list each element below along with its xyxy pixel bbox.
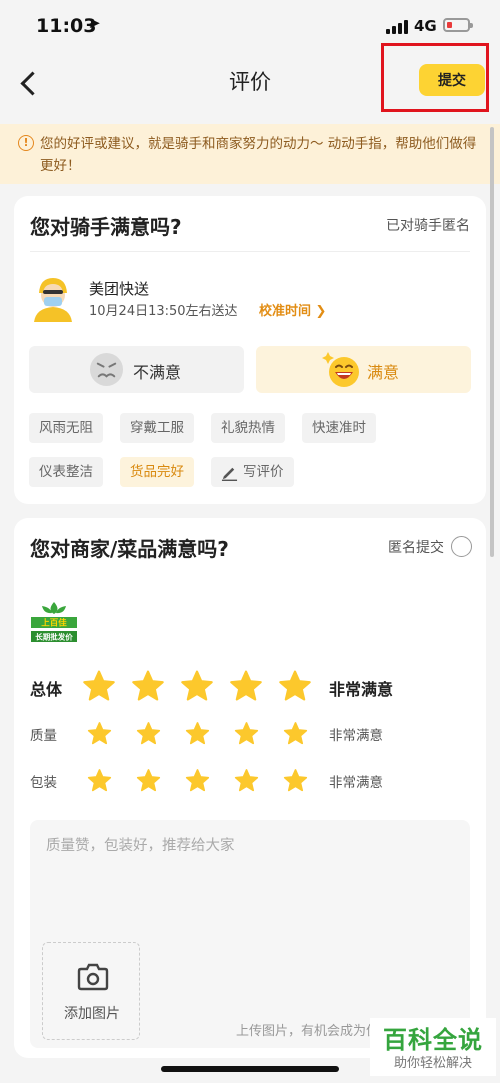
location-icon: ➤ <box>88 14 101 32</box>
star-icon[interactable] <box>136 768 161 793</box>
pencil-icon <box>221 467 238 481</box>
add-photo-label: 添加图片 <box>64 1006 120 1022</box>
signal-icon <box>386 20 408 34</box>
star-icon[interactable] <box>234 768 259 793</box>
unsatisfied-label: 不满意 <box>133 363 182 382</box>
unhappy-face-icon <box>89 352 124 387</box>
rider-tag[interactable]: 礼貌热情 <box>211 413 285 443</box>
camera-icon <box>77 963 109 991</box>
battery-low-icon <box>443 18 473 32</box>
star-icon[interactable] <box>283 721 308 746</box>
rider-card-title: 您对骑手满意吗? <box>30 215 182 239</box>
star-icon[interactable] <box>87 768 112 793</box>
merchant-anonymous-label: 匿名提交 <box>388 540 444 556</box>
rider-avatar <box>28 272 78 322</box>
star-icon[interactable] <box>136 721 161 746</box>
rating-text: 非常满意 <box>329 680 394 699</box>
star-icon[interactable] <box>180 669 214 703</box>
star-icon[interactable] <box>185 768 210 793</box>
rider-tag[interactable]: 风雨无阻 <box>29 413 103 443</box>
star-icon[interactable] <box>278 669 312 703</box>
add-photo-button[interactable]: 添加图片 <box>42 942 140 1040</box>
logo-text-top: 上百佳 <box>41 618 67 629</box>
star-icon[interactable] <box>185 721 210 746</box>
star-icon[interactable] <box>283 768 308 793</box>
rider-rating-card: 您对骑手满意吗? 已对骑手匿名 美团快送 10月24日13:50左右送达 校准时… <box>14 196 486 504</box>
rider-anonymous-label: 已对骑手匿名 <box>386 218 470 234</box>
home-indicator <box>161 1066 339 1072</box>
rating-label: 包装 <box>30 775 57 791</box>
review-area: 添加图片 上传图片，有机会成为优 <box>30 820 470 1048</box>
anonymous-radio[interactable] <box>451 536 472 557</box>
rider-name: 美团快送 <box>89 280 150 298</box>
rider-tag-selected[interactable]: 货品完好 <box>120 457 194 487</box>
rating-label: 总体 <box>30 680 63 699</box>
network-label: 4G <box>414 17 437 35</box>
notice-banner: ! 您的好评或建议，就是骑手和商家努力的动力～ 动动手指，帮助他们做得更好！ <box>0 124 500 184</box>
calibrate-time-link[interactable]: 校准时间 ❯ <box>259 300 326 319</box>
rider-tag[interactable]: 仪表整洁 <box>29 457 103 487</box>
star-icon[interactable] <box>82 669 116 703</box>
unsatisfied-button[interactable]: 不满意 <box>29 346 244 393</box>
scrollbar[interactable] <box>490 127 494 557</box>
rating-text: 非常满意 <box>329 775 383 791</box>
divider <box>30 251 470 252</box>
merchant-card-title: 您对商家/菜品满意吗? <box>30 537 229 561</box>
rider-tag[interactable]: 穿戴工服 <box>120 413 194 443</box>
upload-hint: 上传图片，有机会成为优 <box>236 1024 380 1039</box>
rider-tag[interactable]: 快速准时 <box>302 413 376 443</box>
merchant-logo: 上百佳 长期批发价 <box>30 598 78 646</box>
rating-label: 质量 <box>30 728 57 744</box>
watermark-subtitle: 助你轻松解决 <box>393 1056 472 1071</box>
satisfied-label: 满意 <box>367 363 400 382</box>
star-icon[interactable] <box>131 669 165 703</box>
submit-button[interactable]: 提交 <box>419 64 485 96</box>
satisfied-button[interactable]: 满意 <box>256 346 471 393</box>
write-review-button[interactable]: 写评价 <box>211 457 294 487</box>
rating-text: 非常满意 <box>329 728 383 744</box>
write-review-label: 写评价 <box>243 464 284 480</box>
notice-text: 您的好评或建议，就是骑手和商家努力的动力～ 动动手指，帮助他们做得更好！ <box>40 136 477 174</box>
logo-text-bottom: 长期批发价 <box>35 632 73 642</box>
star-icon[interactable] <box>234 721 259 746</box>
merchant-rating-card: 您对商家/菜品满意吗? 匿名提交 上百佳 长期批发价 总体 非常满意 质量 非常满意包… <box>14 518 486 1058</box>
watermark-title: 百科全说 <box>383 1026 483 1054</box>
watermark: 百科全说 助你轻松解决 <box>370 1018 496 1076</box>
star-icon[interactable] <box>87 721 112 746</box>
review-input[interactable] <box>30 820 470 930</box>
warning-icon: ! <box>18 135 34 151</box>
delivery-time: 10月24日13:50左右送达 <box>89 304 238 319</box>
happy-face-icon <box>322 352 359 387</box>
star-icon[interactable] <box>229 669 263 703</box>
